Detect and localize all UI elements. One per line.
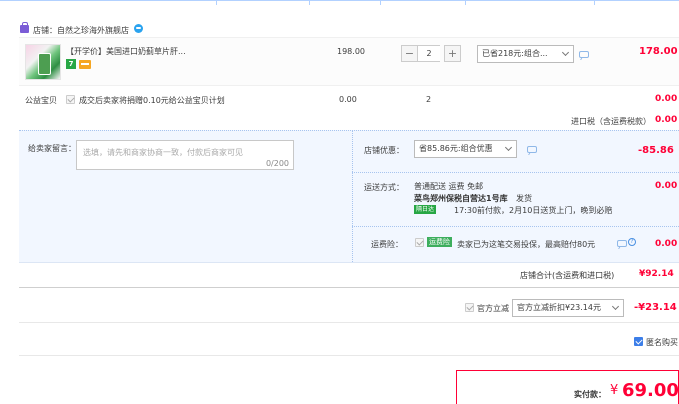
shipping-ship-text: 发货 — [516, 194, 532, 203]
help-icon[interactable]: ? — [628, 238, 636, 246]
shop-total-label: 店铺合计(含运费和进口税) — [520, 271, 615, 280]
official-discount-checkbox[interactable] — [465, 303, 474, 312]
column-tick — [380, 1, 381, 5]
shop-discount-select-value: 省85.86元:组合优惠 — [419, 144, 493, 153]
credit-card-icon — [79, 60, 91, 69]
quantity-decrease-button[interactable]: − — [401, 45, 418, 62]
seller-message-input[interactable]: 选填，请先和商家协商一致，付款后商家可见 0/200 — [76, 140, 294, 170]
chat-bubble-icon[interactable] — [134, 24, 143, 33]
insurance-checkbox[interactable] — [415, 238, 424, 247]
charity-label: 公益宝贝 — [25, 96, 57, 105]
panel-divider — [352, 130, 353, 262]
shipping-method: 普通配送 运费 免邮 — [414, 182, 484, 191]
section-divider — [19, 322, 679, 323]
item-promo-select-value: 已省218元:组合... — [482, 49, 548, 58]
message-label: 给卖家留言： — [28, 144, 76, 153]
chevron-down-icon — [504, 143, 513, 152]
payment-currency: ¥ — [610, 383, 619, 398]
top-divider — [0, 0, 679, 5]
shipping-eta: 17:30前付款，2月10日送货上门，晚到必赔 — [454, 206, 613, 215]
column-tick — [594, 1, 595, 5]
shop-total-amount: ¥92.14 — [639, 269, 674, 279]
anonymous-checkbox[interactable] — [634, 337, 643, 346]
message-icon[interactable] — [617, 240, 627, 247]
anonymous-label[interactable]: 匿名购买 — [646, 337, 678, 348]
badge-7day-icon: 7 — [66, 59, 76, 69]
official-discount-amount: -¥23.14 — [634, 302, 677, 313]
charity-amount: 0.00 — [655, 94, 678, 104]
shipping-label: 运送方式： — [364, 183, 404, 192]
item-promo-select[interactable]: 已省218元:组合... — [477, 45, 574, 63]
charity-checkbox[interactable] — [66, 95, 75, 104]
import-tax-label: 进口税（含运费税款） — [571, 117, 651, 126]
product-thumbnail[interactable] — [25, 44, 61, 80]
message-icon[interactable] — [579, 51, 589, 58]
shop-bag-icon — [20, 22, 29, 33]
shop-discount-amount: -85.86 — [638, 145, 674, 156]
charity-price: 0.00 — [339, 95, 357, 104]
shipping-amount: 0.00 — [655, 181, 678, 191]
item-subtotal: 178.00 — [639, 46, 678, 57]
section-divider — [19, 355, 679, 356]
official-discount-label: 官方立减 — [477, 304, 509, 313]
charity-qty: 2 — [426, 95, 432, 104]
quantity-increase-button[interactable]: + — [444, 45, 461, 62]
message-counter: 0/200 — [265, 159, 289, 168]
payment-amount: 69.00 — [622, 380, 679, 401]
column-tick — [216, 1, 217, 5]
item-row — [19, 37, 679, 86]
panel-row-divider — [352, 172, 679, 173]
insurance-amount: 0.00 — [655, 239, 678, 249]
shipping-warehouse: 菜鸟郑州保税自营达1号库 — [414, 194, 508, 203]
shop-discount-select[interactable]: 省85.86元:组合优惠 — [414, 140, 517, 158]
insurance-tag: 运费险 — [427, 237, 452, 247]
message-icon[interactable] — [527, 146, 537, 153]
shop-name[interactable]: 店铺：自然之珍海外旗舰店 — [33, 25, 129, 36]
product-title[interactable]: 【开学价】美国进口奶蓟草片肝... — [66, 46, 186, 57]
charity-text: 成交后卖家将捐赠0.10元给公益宝贝计划 — [79, 96, 225, 105]
official-discount-select[interactable]: 官方立减折扣¥23.14元 — [512, 299, 624, 317]
column-tick — [309, 1, 310, 5]
column-tick — [465, 1, 466, 5]
shop-discount-label: 店铺优惠： — [364, 146, 404, 155]
official-discount-select-value: 官方立减折扣¥23.14元 — [517, 303, 601, 312]
panel-row-divider — [352, 226, 679, 227]
chevron-down-icon — [611, 302, 620, 311]
unit-price: 198.00 — [337, 47, 365, 56]
insurance-label: 运费险： — [371, 240, 403, 249]
quantity-input[interactable]: 2 — [418, 45, 440, 62]
import-tax-amount: 0.00 — [655, 115, 678, 125]
payment-label: 实付款： — [574, 390, 606, 399]
insurance-text: 卖家已为这笔交易投保，最高赔付80元 — [457, 240, 596, 249]
seller-message-placeholder: 选填，请先和商家协商一致，付款后商家可见 — [83, 148, 243, 157]
next-day-tag: 隔日达 — [414, 205, 437, 214]
chevron-down-icon — [561, 48, 570, 57]
